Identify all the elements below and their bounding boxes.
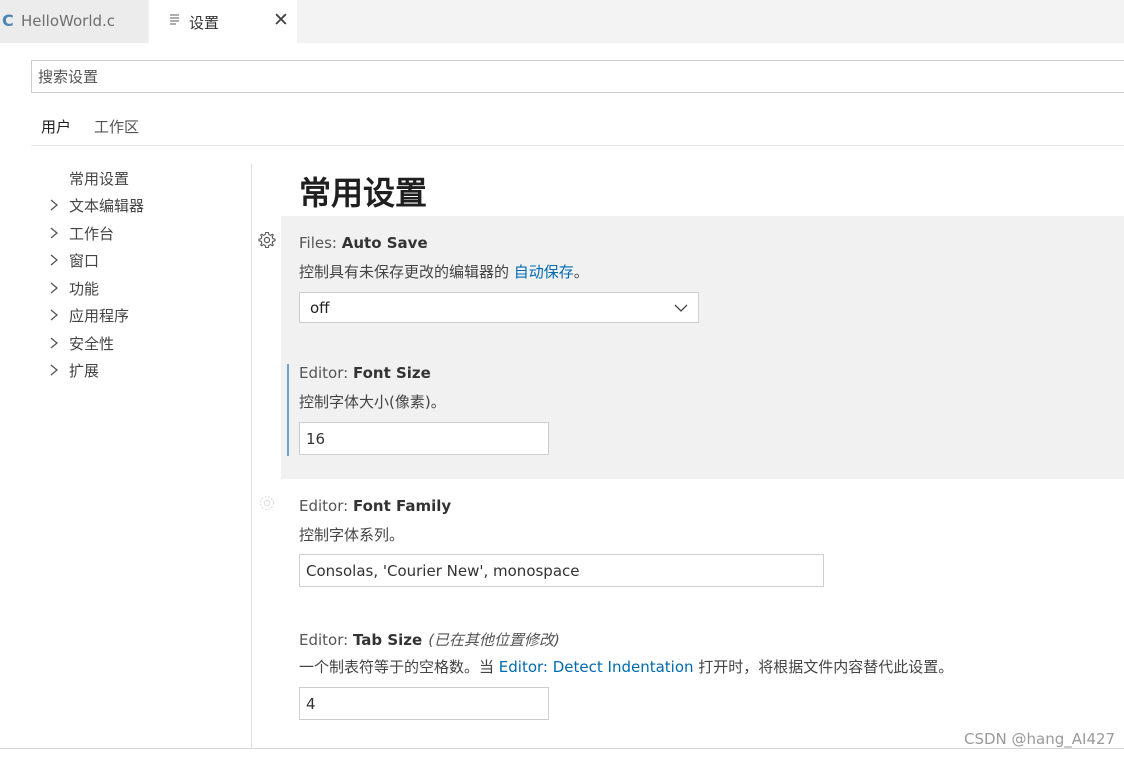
setting-editor-font-size: Editor: Font Size 控制字体大小(像素)。: [281, 346, 1124, 479]
detect-indentation-link[interactable]: Editor: Detect Indentation: [499, 658, 694, 676]
close-icon[interactable]: ✕: [273, 10, 289, 30]
setting-editor-tab-size: Editor: Tab Size (已在其他位置修改) 一个制表符等于的空格数。当…: [281, 609, 1124, 739]
chevron-right-icon: [50, 221, 69, 245]
setting-name: Font Size: [352, 364, 431, 382]
divider: [31, 145, 1124, 146]
chevron-down-icon: [674, 304, 688, 312]
tab-bar: C HelloWorld.c 设置 ✕: [0, 0, 1124, 43]
scope-label: 工作区: [94, 118, 140, 136]
toc-item-common[interactable]: 常用设置: [50, 166, 129, 190]
toc-label: 文本编辑器: [69, 196, 145, 215]
setting-description: 一个制表符等于的空格数。当 Editor: Detect Indentation…: [299, 656, 953, 677]
toc-label: 功能: [69, 279, 100, 298]
search-settings-box: [31, 60, 1124, 93]
toc-item-extensions[interactable]: 扩展: [50, 358, 99, 382]
auto-save-select[interactable]: off: [299, 292, 699, 323]
tab-size-field: [299, 687, 549, 720]
toc-item-workbench[interactable]: 工作台: [50, 221, 114, 245]
toc-label: 扩展: [69, 361, 100, 380]
select-value: off: [310, 299, 330, 317]
setting-description: 控制具有未保存更改的编辑器的 自动保存。: [299, 261, 589, 282]
setting-description: 控制字体系列。: [299, 526, 405, 544]
toc-item-window[interactable]: 窗口: [50, 248, 99, 272]
divider: [0, 748, 1124, 749]
setting-category: Files:: [299, 234, 342, 252]
focus-indicator: [287, 364, 289, 456]
chevron-right-icon: [50, 248, 69, 272]
tab-workspace-scope[interactable]: 工作区: [94, 116, 139, 146]
tab-label: 设置: [189, 14, 220, 32]
toc-label: 窗口: [69, 251, 100, 270]
setting-title: Editor: Font Family: [299, 497, 451, 515]
font-size-field: [299, 422, 549, 455]
tab-helloworld[interactable]: C HelloWorld.c: [0, 0, 148, 43]
description-text: 打开时，将根据文件内容替代此设置。: [693, 658, 954, 676]
tab-label: HelloWorld.c: [21, 12, 116, 30]
toc-divider: [251, 164, 252, 748]
setting-title: Files: Auto Save: [299, 234, 428, 252]
auto-save-link[interactable]: 自动保存: [514, 263, 574, 281]
gear-icon[interactable]: [258, 231, 276, 249]
chevron-right-icon: [50, 358, 69, 382]
font-size-input[interactable]: [300, 423, 548, 454]
toc-label: 安全性: [69, 334, 115, 353]
settings-file-icon: [170, 14, 179, 25]
setting-category: Editor:: [299, 497, 353, 515]
scope-label: 用户: [41, 118, 72, 136]
search-input[interactable]: [32, 61, 1124, 92]
font-family-input[interactable]: [300, 555, 823, 586]
chevron-right-icon: [50, 276, 69, 300]
chevron-right-icon: [50, 193, 69, 217]
watermark: CSDN @hang_AI427: [964, 730, 1116, 748]
setting-category: Editor:: [299, 631, 353, 649]
description-text: 。: [573, 263, 589, 281]
font-family-field: [299, 554, 824, 587]
description-text: 一个制表符等于的空格数。当: [299, 658, 499, 676]
setting-category: Editor:: [299, 364, 353, 382]
gear-icon[interactable]: [258, 494, 276, 512]
chevron-right-icon: [50, 331, 69, 355]
c-file-icon: C: [2, 11, 14, 30]
toc-item-security[interactable]: 安全性: [50, 331, 114, 355]
setting-name: Font Family: [352, 497, 452, 515]
setting-title: Editor: Tab Size (已在其他位置修改): [299, 629, 560, 650]
toc-item-features[interactable]: 功能: [50, 276, 99, 300]
setting-title: Editor: Font Size: [299, 364, 431, 382]
toc-item-text-editor[interactable]: 文本编辑器: [50, 193, 144, 217]
tab-settings[interactable]: 设置 ✕: [149, 0, 297, 43]
setting-name: Auto Save: [341, 234, 428, 252]
setting-editor-font-family: Editor: Font Family 控制字体系列。: [281, 479, 1124, 609]
tab-user-scope[interactable]: 用户: [31, 116, 84, 146]
description-text: 控制具有未保存更改的编辑器的: [299, 263, 514, 281]
setting-files-auto-save: Files: Auto Save 控制具有未保存更改的编辑器的 自动保存。 of…: [281, 216, 1124, 346]
chevron-right-icon: [50, 303, 69, 327]
toc-label: 应用程序: [69, 306, 130, 325]
setting-name: Tab Size: [352, 631, 423, 649]
toc-label: 工作台: [69, 224, 115, 243]
toc-item-application[interactable]: 应用程序: [50, 303, 129, 327]
modified-elsewhere-indicator[interactable]: (已在其他位置修改): [428, 631, 560, 649]
toc-label: 常用设置: [69, 169, 130, 188]
setting-description: 控制字体大小(像素)。: [299, 393, 446, 411]
tab-size-input[interactable]: [300, 688, 548, 719]
page-title: 常用设置: [299, 174, 428, 212]
